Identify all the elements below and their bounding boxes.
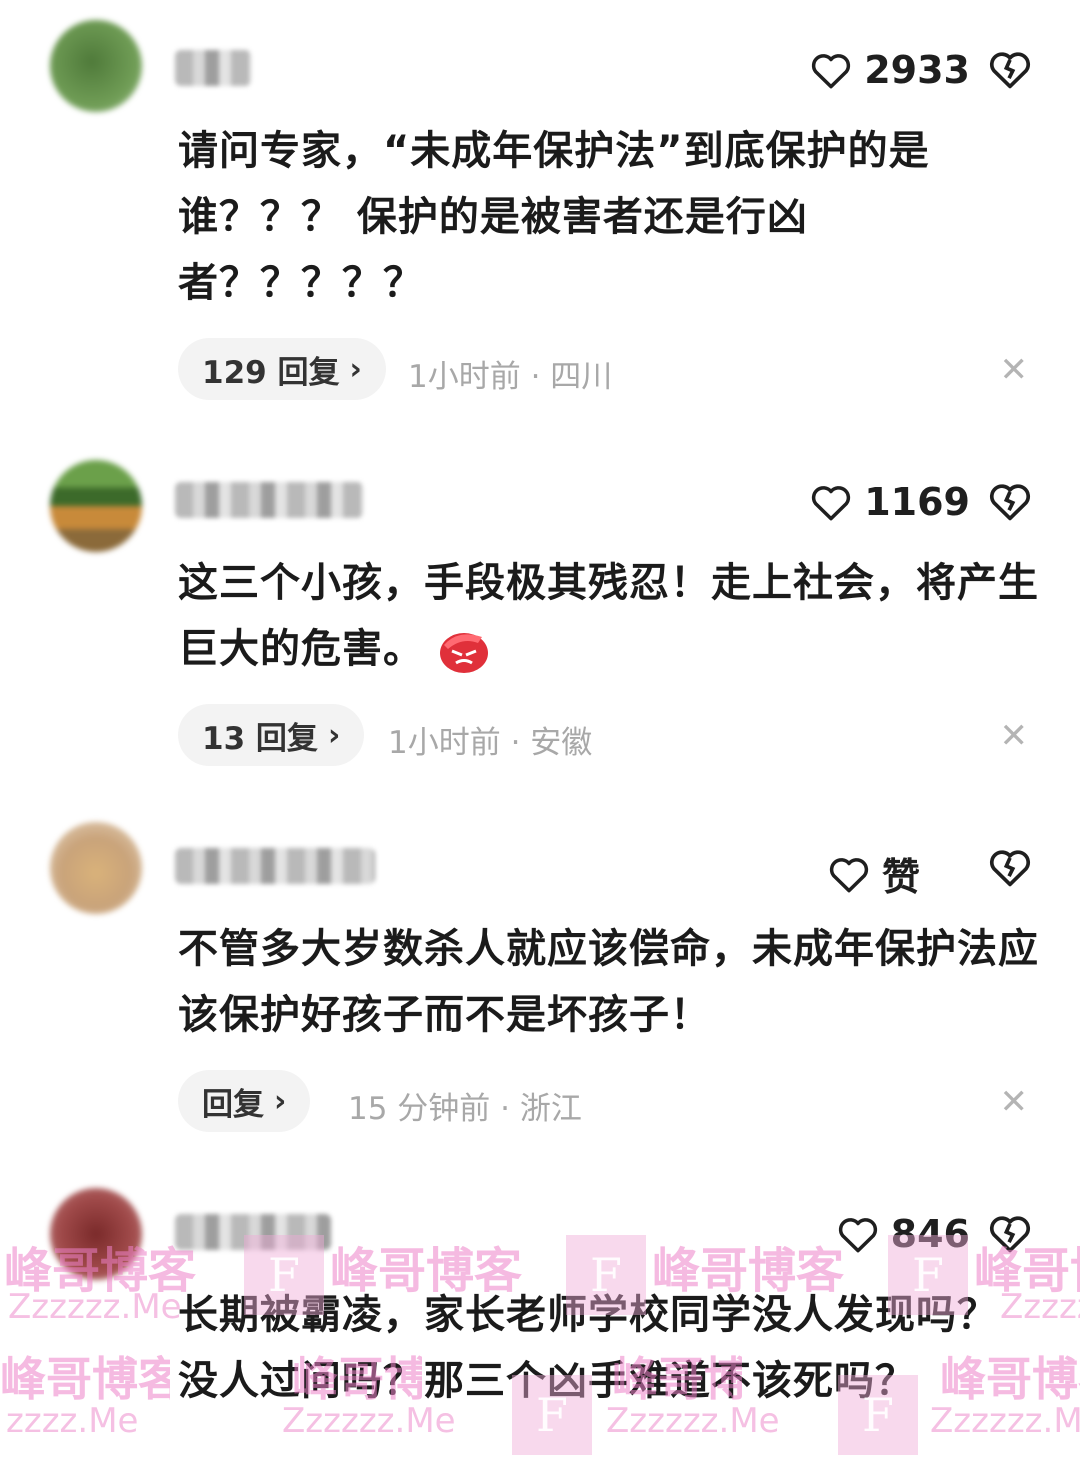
chevron-right-icon: › — [349, 351, 362, 387]
broken-heart-icon[interactable] — [988, 1212, 1032, 1254]
heart-icon — [812, 486, 851, 521]
comment-text: 这三个小孩，手段极其残忍！走上社会，将产生巨大的危害。 — [178, 550, 1043, 682]
comment-text-body: 这三个小孩，手段极其残忍！走上社会，将产生巨大的危害。 — [178, 560, 1039, 672]
broken-heart-icon[interactable] — [988, 48, 1032, 90]
comment-time: 1小时前 — [388, 725, 501, 761]
comment-time: 1小时前 — [408, 359, 521, 395]
angry-face-emoji-icon — [440, 633, 488, 673]
chevron-right-icon: › — [327, 717, 341, 753]
reply-button[interactable]: 回复 › — [178, 1070, 311, 1132]
comment-meta: 1小时前 · 安徽 — [388, 725, 593, 761]
comment-time: 15 分钟前 — [348, 1091, 491, 1127]
avatar[interactable] — [50, 1188, 142, 1280]
watermark-url: Zzzzzz.Me — [8, 1287, 182, 1327]
watermark-url: zzzz.Me — [6, 1401, 139, 1441]
comment-location: 安徽 — [530, 725, 593, 761]
like-button[interactable]: 2933 — [810, 48, 970, 92]
avatar[interactable] — [50, 822, 142, 914]
comment-location: 四川 — [550, 359, 613, 395]
comment-text: 请问专家，“未成年保护法”到底保护的是谁？？？ 保护的是被害者还是行凶者？？？？… — [178, 128, 930, 306]
heart-icon — [812, 54, 851, 89]
username-blurred[interactable] — [175, 50, 251, 86]
like-button[interactable]: 846 — [837, 1212, 970, 1256]
reply-label: 129 回复 — [202, 354, 340, 391]
broken-heart-icon[interactable] — [988, 846, 1032, 888]
like-count: 2933 — [864, 48, 970, 92]
username-blurred[interactable] — [175, 482, 363, 518]
username-blurred[interactable] — [175, 848, 375, 884]
avatar[interactable] — [50, 20, 142, 112]
broken-heart-icon[interactable] — [988, 480, 1032, 522]
heart-icon — [838, 1218, 877, 1253]
close-icon[interactable]: ✕ — [1000, 1082, 1029, 1122]
watermark-url: Zzzzzz.Me — [1000, 1287, 1080, 1327]
close-icon[interactable]: ✕ — [1000, 716, 1029, 756]
reply-label: 回复 — [202, 1086, 264, 1123]
like-button[interactable]: 1169 — [810, 480, 970, 524]
comment-meta: 1小时前 · 四川 — [408, 359, 613, 395]
like-count: 1169 — [864, 480, 970, 524]
comment-meta: 15 分钟前 · 浙江 — [348, 1091, 582, 1127]
chevron-right-icon: › — [274, 1083, 287, 1119]
reply-button[interactable]: 13 回复 › — [178, 704, 365, 766]
username-blurred[interactable] — [175, 1214, 331, 1250]
like-count: 846 — [890, 1212, 970, 1256]
close-icon[interactable]: ✕ — [1000, 350, 1029, 390]
comment-text: 长期被霸凌，家长老师学校同学没人发现吗？没人过问吗？那三个凶手难道不该死吗？ — [178, 1292, 998, 1404]
like-label: 赞 — [881, 855, 920, 899]
reply-label: 13 回复 — [202, 720, 318, 757]
comment-text: 不管多大岁数杀人就应该偿命，未成年保护法应该保护好孩子而不是坏孩子！ — [178, 926, 1039, 1038]
comment-location: 浙江 — [519, 1091, 582, 1127]
reply-button[interactable]: 129 回复 › — [178, 338, 386, 400]
heart-icon — [829, 857, 869, 892]
watermark-text: 峰哥博客 — [0, 1352, 170, 1406]
avatar[interactable] — [50, 460, 142, 552]
like-button[interactable]: 赞 — [828, 846, 920, 901]
